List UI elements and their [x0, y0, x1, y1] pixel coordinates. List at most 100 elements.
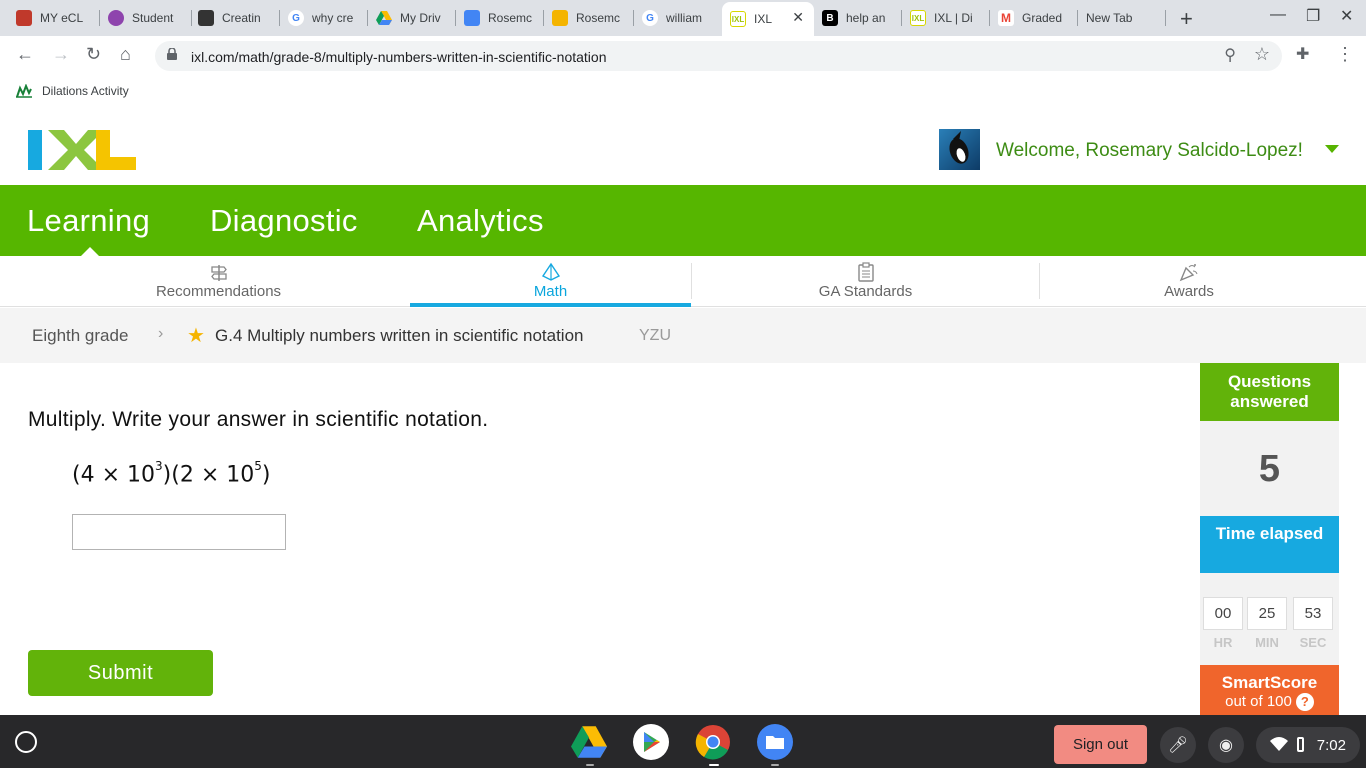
- timer-minutes-label: MIN: [1255, 635, 1279, 650]
- files-app-icon[interactable]: [757, 724, 793, 760]
- tab-favicon-icon: [16, 10, 32, 26]
- sign-out-button[interactable]: Sign out: [1054, 725, 1147, 764]
- subtab-math[interactable]: Math: [410, 256, 691, 307]
- question-prompt: Multiply. Write your answer in scientifi…: [28, 408, 489, 431]
- nav-tab-diagnostic[interactable]: Diagnostic: [210, 203, 358, 239]
- avatar[interactable]: [939, 129, 980, 170]
- tab-favicon-icon: [198, 10, 214, 26]
- browser-tab-active[interactable]: IXL IXL ✕: [722, 2, 814, 36]
- expr-base-a: 10: [127, 462, 156, 488]
- tab-title: Rosemc: [576, 11, 621, 25]
- restore-window-icon[interactable]: ❐: [1306, 6, 1320, 26]
- chevron-right-icon: ›: [158, 325, 164, 342]
- launcher-icon[interactable]: [15, 731, 37, 753]
- tab-title: New Tab: [1086, 11, 1133, 25]
- tab-title: My Driv: [400, 11, 441, 25]
- os-shelf: Sign out 🎤︎ ◉ 7:02: [0, 715, 1366, 768]
- smartscore-box: SmartScore out of 100?: [1200, 665, 1339, 715]
- address-bar[interactable]: ixl.com/math/grade-8/multiply-numbers-wr…: [155, 41, 1282, 71]
- submit-button[interactable]: Submit: [28, 650, 213, 696]
- browser-tab[interactable]: M Graded: [990, 4, 1078, 32]
- subtab-label: Awards: [1164, 283, 1214, 300]
- clipboard-icon: [857, 262, 874, 282]
- close-tab-icon[interactable]: ✕: [792, 9, 804, 26]
- ixl-logo[interactable]: [28, 130, 136, 170]
- timer-minutes: 25: [1247, 597, 1287, 630]
- expr-exp-a: 3: [155, 459, 163, 473]
- extensions-puzzle-icon[interactable]: ✚: [1296, 44, 1309, 64]
- timer-hours: 00: [1203, 597, 1243, 630]
- close-window-icon[interactable]: ✕: [1340, 6, 1353, 26]
- welcome-message[interactable]: Welcome, Rosemary Salcido-Lopez!: [996, 140, 1303, 162]
- expr-coef-a: 4: [80, 462, 95, 488]
- reload-icon[interactable]: ↻: [86, 44, 101, 65]
- tab-favicon-icon: [108, 10, 124, 26]
- tab-title: Rosemc: [488, 11, 533, 25]
- bookmark-star-icon[interactable]: ☆: [1254, 44, 1270, 65]
- nav-tab-learning[interactable]: Learning: [27, 203, 150, 239]
- tab-title: MY eCL: [40, 11, 84, 25]
- battery-icon: [1297, 737, 1304, 752]
- back-arrow-icon[interactable]: ←: [16, 44, 34, 65]
- skill-title: G.4 Multiply numbers written in scientif…: [215, 326, 584, 345]
- tab-title: Creatin: [222, 11, 261, 25]
- browser-tab[interactable]: Creatin: [190, 4, 280, 32]
- media-controls-icon[interactable]: ◉: [1208, 727, 1244, 763]
- browser-tab[interactable]: MY eCL: [8, 4, 100, 32]
- subtab-ga-standards[interactable]: GA Standards: [692, 256, 1039, 307]
- subtab-label: Recommendations: [155, 283, 282, 300]
- browser-tab[interactable]: Student: [100, 4, 192, 32]
- browser-toolbar: ← → ↻ ⌂ ixl.com/math/grade-8/multiply-nu…: [0, 36, 1366, 76]
- google-slides-icon: [552, 10, 568, 26]
- breadcrumb-grade-link[interactable]: Eighth grade: [32, 326, 128, 346]
- time-elapsed-box: 00 25 53 HR MIN SEC: [1200, 573, 1339, 665]
- time-elapsed-heading: Time elapsed: [1200, 516, 1339, 573]
- browser-tab[interactable]: G why cre: [280, 4, 368, 32]
- expr-base-b: 10: [226, 462, 255, 488]
- subtab-awards[interactable]: Awards: [1040, 256, 1338, 307]
- tab-title: help an: [846, 11, 886, 25]
- skill-code: YZU: [639, 327, 671, 344]
- new-tab-plus-icon[interactable]: +: [1180, 6, 1193, 32]
- browser-tab[interactable]: My Driv: [368, 4, 456, 32]
- zoom-icon[interactable]: ⚲: [1224, 45, 1236, 65]
- questions-answered-box: 5: [1200, 421, 1339, 516]
- home-icon[interactable]: ⌂: [120, 44, 131, 65]
- chrome-app-icon[interactable]: [695, 724, 731, 760]
- browser-tab[interactable]: IXL IXL | Di: [902, 4, 990, 32]
- timer-hours-label: HR: [1213, 635, 1233, 650]
- tab-title: Student: [132, 11, 174, 25]
- breadcrumb: Eighth grade › ★ G.4 Multiply numbers wr…: [0, 308, 1366, 363]
- ixl-favicon-icon: IXL: [730, 11, 746, 27]
- browser-tab[interactable]: B help an: [814, 4, 902, 32]
- party-popper-icon: [1179, 264, 1198, 282]
- clock: 7:02: [1316, 736, 1346, 754]
- subtab-recommendations[interactable]: Recommendations: [28, 256, 409, 307]
- star-icon: ★: [187, 325, 205, 347]
- brainly-icon: B: [822, 10, 838, 26]
- browser-tab[interactable]: New Tab: [1078, 4, 1166, 32]
- browser-tab[interactable]: Rosemc: [544, 4, 634, 32]
- kebab-menu-icon[interactable]: ⋮: [1336, 44, 1354, 65]
- tab-title: IXL | Di: [934, 11, 973, 25]
- browser-tab[interactable]: Rosemc: [456, 4, 544, 32]
- nav-tab-analytics[interactable]: Analytics: [417, 203, 544, 239]
- bookmark-item[interactable]: Dilations Activity: [16, 84, 129, 98]
- answer-input[interactable]: [72, 514, 286, 550]
- forward-arrow-icon[interactable]: →: [52, 44, 70, 65]
- google-docs-icon: [464, 10, 480, 26]
- expr-coef-b: 2: [179, 462, 194, 488]
- microphone-icon[interactable]: 🎤︎: [1160, 727, 1196, 763]
- google-icon: G: [288, 10, 304, 26]
- tab-title: IXL: [754, 12, 773, 26]
- system-tray[interactable]: 7:02: [1256, 727, 1360, 763]
- play-store-app-icon[interactable]: [633, 724, 669, 760]
- chevron-down-icon[interactable]: [1325, 145, 1339, 153]
- ixl-favicon-icon: IXL: [910, 10, 926, 26]
- browser-tab[interactable]: G william: [634, 4, 720, 32]
- help-icon[interactable]: ?: [1295, 693, 1314, 712]
- expr-exp-b: 5: [254, 459, 262, 473]
- orca-avatar-icon: [949, 131, 969, 164]
- minimize-icon[interactable]: —: [1270, 6, 1286, 24]
- google-drive-app-icon[interactable]: [571, 724, 607, 760]
